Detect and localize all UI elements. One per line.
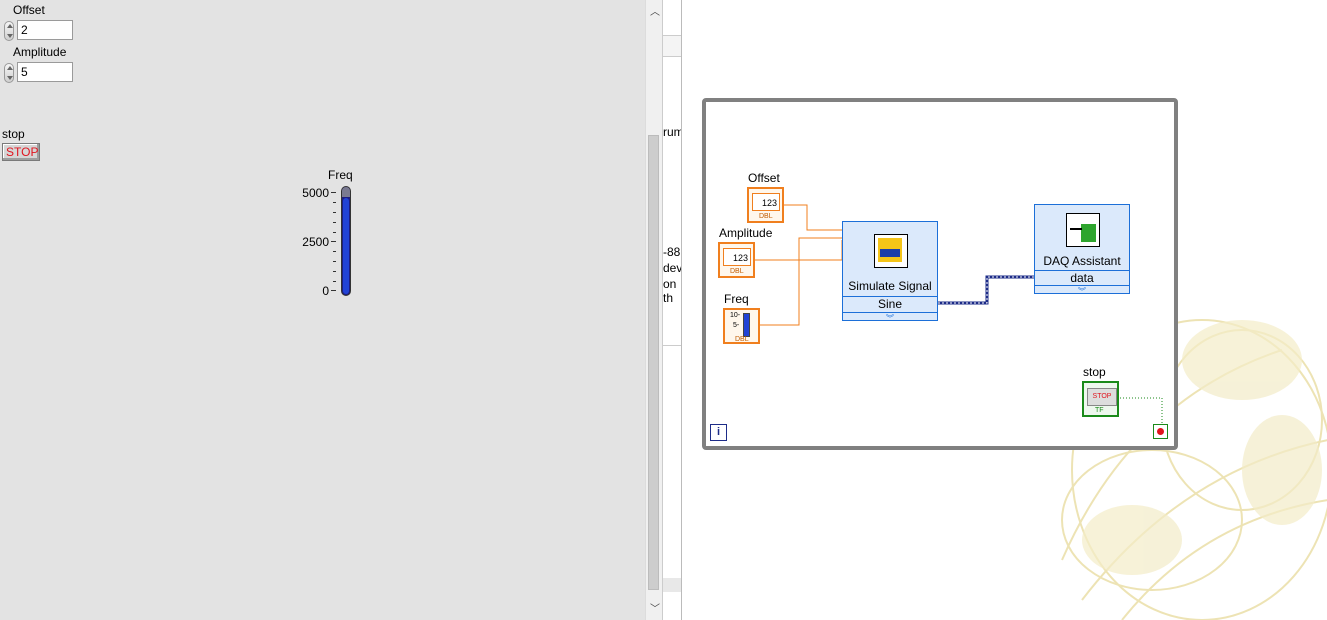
loop-condition-icon[interactable] (1153, 424, 1168, 439)
amplitude-terminal[interactable]: 123 DBL (718, 242, 755, 278)
daq-assistant-vi[interactable]: DAQ Assistant data ︾ (1034, 204, 1130, 296)
expand-chevron-icon[interactable]: ︾ (1035, 285, 1129, 296)
offset-increment-decrement[interactable] (4, 21, 14, 41)
bd-amplitude-label: Amplitude (719, 226, 773, 240)
daq-assistant-title: DAQ Assistant (1043, 254, 1121, 268)
scroll-down-arrow-icon[interactable]: ﹀ (650, 600, 660, 615)
front-panel: Offset 2 Amplitude 5 stop STOP Freq 5000… (0, 0, 645, 620)
dbl-badge: DBL (735, 336, 749, 343)
numeric-glyph: 123 (723, 248, 751, 266)
offset-input[interactable]: 2 (17, 20, 73, 40)
background-text-3: dev (663, 261, 683, 275)
freq-tick-0: 0 (322, 284, 329, 298)
wires (755, 204, 1163, 425)
freq-slider-track[interactable] (341, 186, 351, 296)
dbl-badge: DBL (759, 213, 773, 220)
block-diagram: Offset 123 DBL Amplitude 123 DBL Freq 10… (681, 0, 1327, 620)
amplitude-label: Amplitude (13, 45, 67, 59)
simulate-signal-vi[interactable]: Simulate Signal Sine ︾ (842, 221, 938, 323)
stop-glyph: STOP (1087, 388, 1117, 406)
offset-terminal[interactable]: 123 DBL (747, 187, 784, 223)
freq-tick-5000: 5000 (302, 186, 329, 200)
simulate-signal-title: Simulate Signal (848, 279, 932, 293)
iteration-terminal[interactable]: i (710, 424, 727, 441)
offset-label: Offset (13, 3, 45, 17)
freq-tick-mid: 5- (733, 322, 740, 329)
bd-offset-label: Offset (748, 171, 780, 185)
freq-tick-2500: 2500 (302, 235, 329, 249)
dbl-badge: DBL (730, 268, 744, 275)
freq-slider-fill (343, 198, 349, 294)
freq-label: Freq (328, 168, 353, 182)
background-text-4: on th (663, 277, 677, 305)
background-window: rum -88 dev on th (662, 0, 684, 620)
freq-tick-hi: 10- (730, 312, 741, 319)
vertical-scrollbar[interactable]: ︿ ﹀ (645, 0, 662, 620)
amplitude-increment-decrement[interactable] (4, 63, 14, 83)
daq-assistant-icon (1066, 213, 1100, 247)
freq-terminal[interactable]: 10- 5- DBL (723, 308, 760, 344)
amplitude-input[interactable]: 5 (17, 62, 73, 82)
background-text-2: -88 (663, 245, 681, 259)
bd-stop-label: stop (1083, 365, 1106, 379)
numeric-glyph: 123 (752, 193, 780, 211)
sine-output-terminal[interactable]: Sine (843, 296, 937, 313)
expand-chevron-icon[interactable]: ︾ (843, 312, 937, 323)
scroll-up-arrow-icon[interactable]: ︿ (650, 3, 660, 18)
stop-label: stop (2, 127, 25, 141)
scrollbar-thumb[interactable] (648, 135, 659, 590)
tf-badge: TF (1095, 407, 1104, 414)
simulate-signal-icon (874, 234, 908, 268)
bd-freq-label: Freq (724, 292, 749, 306)
stop-terminal[interactable]: STOP TF (1082, 381, 1119, 417)
stop-button[interactable]: STOP (2, 143, 40, 161)
freq-slider-thumb[interactable] (342, 187, 350, 197)
data-input-terminal[interactable]: data (1035, 270, 1129, 285)
